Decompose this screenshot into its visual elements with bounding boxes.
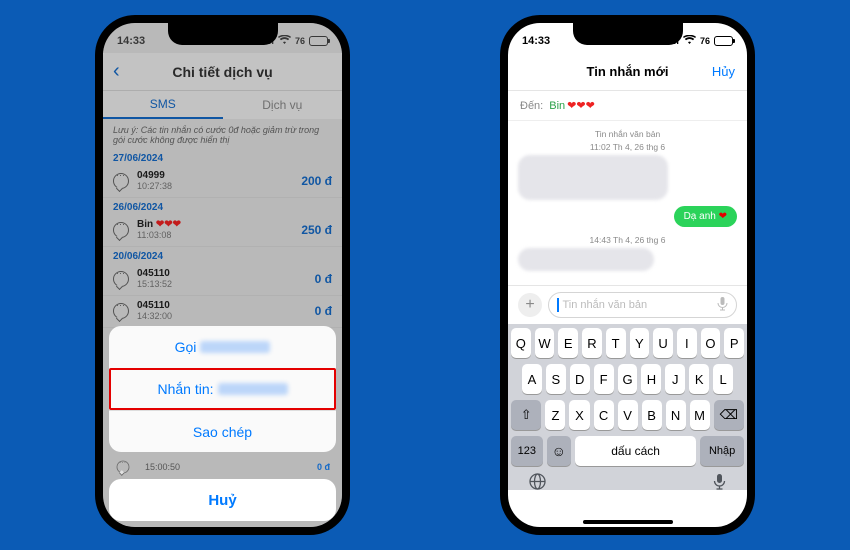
dictation-icon[interactable] [717, 297, 728, 314]
compose-bar: + Tin nhắn văn bản [508, 285, 747, 324]
mic-icon[interactable] [713, 473, 726, 494]
key-l[interactable]: L [713, 364, 733, 394]
key-space[interactable]: dấu cách [575, 436, 696, 466]
attach-button[interactable]: + [518, 293, 542, 317]
key-c[interactable]: C [594, 400, 614, 430]
notch [573, 23, 683, 45]
key-emoji[interactable]: ☺ [547, 436, 571, 466]
key-t[interactable]: T [606, 328, 626, 358]
key-j[interactable]: J [665, 364, 685, 394]
notch [168, 23, 278, 45]
key-e[interactable]: E [558, 328, 578, 358]
key-numbers[interactable]: 123 [511, 436, 543, 466]
thread-meta: Tin nhắn văn bản [518, 129, 737, 139]
action-sheet: Gọi Nhắn tin: Sao chép 15:00:50 0 đ Huỷ [109, 326, 336, 521]
key-i[interactable]: I [677, 328, 697, 358]
key-u[interactable]: U [653, 328, 673, 358]
key-h[interactable]: H [641, 364, 661, 394]
screen-left: 14:33 ıll 76 ‹ Chi tiết dịch vụ SMS Dịch… [103, 23, 342, 527]
bg-row-peek: 15:00:50 0 đ [109, 459, 336, 479]
thread-meta-time: 11:02 Th 4, 26 thg 6 [518, 142, 737, 152]
key-g[interactable]: G [618, 364, 638, 394]
battery-label: 76 [700, 36, 710, 46]
to-field[interactable]: Đến: Bin ❤❤❤ [508, 91, 747, 121]
key-r[interactable]: R [582, 328, 602, 358]
key-v[interactable]: V [618, 400, 638, 430]
key-s[interactable]: S [546, 364, 566, 394]
message-thread[interactable]: Tin nhắn văn bản 11:02 Th 4, 26 thg 6 An… [508, 121, 747, 285]
thread-meta-time: 14:43 Th 4, 26 thg 6 [518, 235, 737, 245]
phone-frame-left: 14:33 ıll 76 ‹ Chi tiết dịch vụ SMS Dịch… [95, 15, 350, 535]
compose-header: Tin nhắn mới Hủy [508, 53, 747, 91]
globe-icon[interactable] [529, 473, 546, 494]
key-x[interactable]: X [569, 400, 589, 430]
redacted-number [200, 341, 270, 353]
screen-right: 14:33 ıll 76 Tin nhắn mới Hủy Đến: Bin ❤… [508, 23, 747, 527]
status-time: 14:33 [522, 35, 550, 47]
action-sheet-options: Gọi Nhắn tin: Sao chép [109, 326, 336, 452]
key-f[interactable]: F [594, 364, 614, 394]
incoming-bubble: Anh đến xa cô như mà tái mang yêu qua nê… [518, 155, 668, 200]
to-label: Đến: [520, 100, 543, 112]
key-shift[interactable]: ⇧ [511, 400, 541, 430]
key-q[interactable]: Q [511, 328, 531, 358]
action-message[interactable]: Nhắn tin: [109, 368, 336, 410]
message-input[interactable]: Tin nhắn văn bản [548, 292, 737, 318]
key-n[interactable]: N [666, 400, 686, 430]
key-return[interactable]: Nhập [700, 436, 744, 466]
wifi-icon [683, 35, 696, 48]
phone-frame-right: 14:33 ıll 76 Tin nhắn mới Hủy Đến: Bin ❤… [500, 15, 755, 535]
key-d[interactable]: D [570, 364, 590, 394]
key-w[interactable]: W [535, 328, 555, 358]
home-indicator[interactable] [583, 520, 673, 524]
to-recipient: Bin [549, 100, 565, 112]
action-call[interactable]: Gọi [109, 326, 336, 368]
incoming-bubble: Anh tới hóa vàng - bé nha [518, 248, 654, 271]
action-copy[interactable]: Sao chép [109, 410, 336, 452]
to-hearts: ❤❤❤ [567, 99, 595, 112]
key-m[interactable]: M [690, 400, 710, 430]
compose-title: Tin nhắn mới [587, 64, 669, 79]
key-p[interactable]: P [724, 328, 744, 358]
battery-icon [714, 36, 733, 46]
keyboard: QWERTYUIOP ASDFGHJKL ⇧ ZXCVBNM ⌫ 123 ☺ d… [508, 324, 747, 490]
key-b[interactable]: B [642, 400, 662, 430]
redacted-number [218, 383, 288, 395]
key-z[interactable]: Z [545, 400, 565, 430]
key-o[interactable]: O [701, 328, 721, 358]
key-a[interactable]: A [522, 364, 542, 394]
key-y[interactable]: Y [630, 328, 650, 358]
keyboard-bottom-bar [511, 472, 744, 492]
action-cancel[interactable]: Huỷ [109, 479, 336, 521]
key-backspace[interactable]: ⌫ [714, 400, 744, 430]
key-k[interactable]: K [689, 364, 709, 394]
compose-cancel[interactable]: Hủy [712, 64, 735, 79]
outgoing-bubble: Dạ anh ❤ [674, 206, 737, 227]
